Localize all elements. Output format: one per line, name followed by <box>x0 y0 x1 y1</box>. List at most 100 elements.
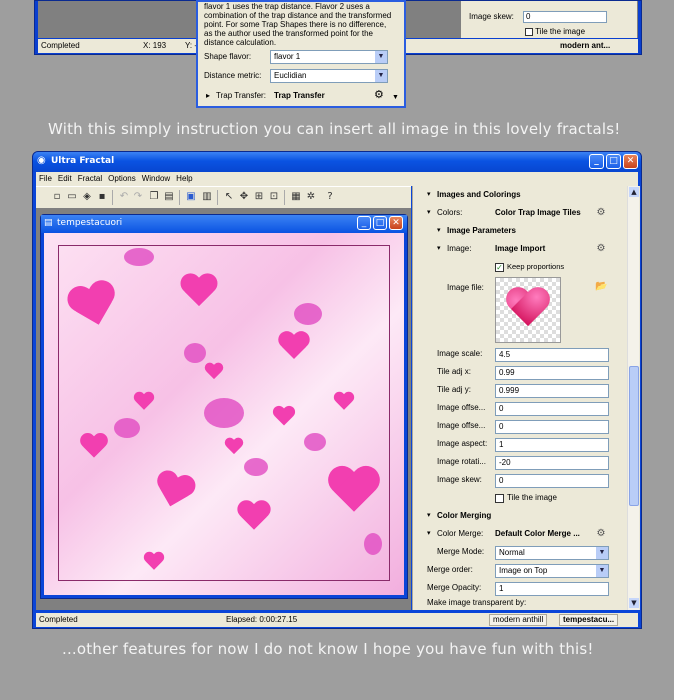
scroll-up-icon[interactable]: ▲ <box>629 187 639 197</box>
gear-icon[interactable]: ⚙ <box>595 243 607 255</box>
triangle-down-icon[interactable]: ▾ <box>427 208 431 216</box>
shape-flavor-select[interactable]: flavor 1 ▼ <box>270 50 388 64</box>
child-title-bar[interactable]: ▤ tempestacuori _ □ ✕ <box>41 215 407 233</box>
distance-metric-select[interactable]: Euclidian ▼ <box>270 69 388 83</box>
browse-icon[interactable]: ◈ <box>81 191 93 203</box>
merge-opacity-row: Merge Opacity: 1 <box>413 580 627 598</box>
image-skew-input[interactable]: 0 <box>495 474 609 488</box>
param-row: Image scale: 4.5 <box>413 346 627 364</box>
tile-adj-x-input[interactable]: 0.99 <box>495 366 609 380</box>
panel-scrollbar[interactable]: ▲ ▼ <box>627 186 639 610</box>
fractal-cluster <box>294 303 322 325</box>
triangle-down-icon[interactable]: ▾ <box>427 190 431 198</box>
menu-window[interactable]: Window <box>139 172 173 185</box>
scrollbar-thumb[interactable] <box>629 366 639 506</box>
chevron-down-icon[interactable]: ▼ <box>596 547 608 559</box>
triangle-down-icon[interactable]: ▾ <box>437 226 441 234</box>
tab-tempestacuori[interactable]: tempestacu... <box>559 614 619 626</box>
trap-transfer-value[interactable]: Trap Transfer <box>274 91 325 100</box>
select-icon[interactable]: ⊞ <box>253 191 265 203</box>
chevron-down-icon[interactable]: ▼ <box>596 565 608 577</box>
chevron-down-icon[interactable]: ▼ <box>375 51 387 63</box>
options-icon[interactable]: ✲ <box>305 191 317 203</box>
section-images-colorings[interactable]: ▾ Images and Colorings <box>413 187 627 205</box>
new-icon[interactable]: ▫ <box>51 191 63 203</box>
tile-image-checkbox[interactable] <box>495 494 504 503</box>
desc-line: combination of the trap distance and the… <box>204 11 392 20</box>
menu-options[interactable]: Options <box>105 172 139 185</box>
heart <box>179 274 219 310</box>
gear-icon[interactable]: ⚙ <box>374 88 384 101</box>
save-icon[interactable]: ▪ <box>96 191 108 203</box>
merge-order-select[interactable]: Image on Top ▼ <box>495 564 609 578</box>
child-minimize-button[interactable]: _ <box>357 216 371 230</box>
zoom-icon[interactable]: ⊡ <box>268 191 280 203</box>
close-button[interactable]: ✕ <box>623 154 638 169</box>
image-rotation-input[interactable]: -20 <box>495 456 609 470</box>
gear-icon[interactable]: ⚙ <box>595 528 607 540</box>
image-value[interactable]: Image Import <box>495 244 545 253</box>
desc-line: flavor 1 uses the trap distance. Flavor … <box>204 2 370 11</box>
triangle-down-icon[interactable]: ▾ <box>427 511 431 519</box>
parameter-panel: ▾ Images and Colorings ▾ Colors: Color T… <box>412 186 640 610</box>
open-icon[interactable]: ▭ <box>66 191 78 203</box>
tile-image-checkbox[interactable] <box>525 27 533 36</box>
undo-icon[interactable]: ↶ <box>118 191 130 203</box>
scroll-down-icon[interactable]: ▼ <box>629 598 639 608</box>
tile-adj-y-input[interactable]: 0.999 <box>495 384 609 398</box>
image-parameters-row[interactable]: ▾ Image Parameters <box>413 223 627 241</box>
paste-icon[interactable]: ▤ <box>163 191 175 203</box>
panel-icon[interactable]: ▥ <box>201 191 213 203</box>
title-bar[interactable]: ◉ Ultra Fractal _ □ ✕ <box>33 152 641 172</box>
pointer-icon[interactable]: ↖ <box>223 191 235 203</box>
maximize-button[interactable]: □ <box>606 154 621 169</box>
menu-fractal[interactable]: Fractal <box>75 172 105 185</box>
image-scale-input[interactable]: 4.5 <box>495 348 609 362</box>
layout-icon[interactable]: ▣ <box>185 191 197 203</box>
merge-mode-select[interactable]: Normal ▼ <box>495 546 609 560</box>
section-color-merging[interactable]: ▾ Color Merging <box>413 508 627 526</box>
triangle-down-icon[interactable]: ▾ <box>427 529 431 537</box>
heart <box>204 363 224 381</box>
render-icon[interactable]: ▦ <box>290 191 302 203</box>
fractal-image[interactable] <box>44 233 404 595</box>
image-skew-input[interactable]: 0 <box>523 11 607 23</box>
redo-icon[interactable]: ↷ <box>132 191 144 203</box>
caption-top: With this simply instruction you can ins… <box>48 120 621 138</box>
param-row: Tile adj y: 0.999 <box>413 382 627 400</box>
chevron-down-icon[interactable]: ▼ <box>392 94 399 101</box>
tab-modern-anthill[interactable]: modern anthill <box>489 614 548 626</box>
param-label: Image aspect: <box>437 439 488 448</box>
help-icon[interactable]: ? <box>324 191 336 203</box>
merge-opacity-input[interactable]: 1 <box>495 582 609 596</box>
keep-proportions-checkbox[interactable]: ✓ <box>495 263 504 272</box>
child-close-button[interactable]: ✕ <box>389 216 403 230</box>
tile-image-row[interactable]: Tile the image <box>413 490 627 508</box>
color-merge-value[interactable]: Default Color Merge ... <box>495 529 580 538</box>
menu-file[interactable]: File <box>36 172 55 185</box>
minimize-button[interactable]: _ <box>589 154 604 169</box>
param-label: Image skew: <box>437 475 482 484</box>
image-aspect-input[interactable]: 1 <box>495 438 609 452</box>
menu-edit[interactable]: Edit <box>55 172 75 185</box>
triangle-down-icon[interactable]: ▾ <box>437 244 441 252</box>
gear-icon[interactable]: ⚙ <box>595 207 607 219</box>
image-file-preview[interactable] <box>495 277 561 343</box>
menu-help[interactable]: Help <box>173 172 195 185</box>
tile-image-checkbox-label[interactable]: Tile the image <box>525 27 585 36</box>
colors-value[interactable]: Color Trap Image Tiles <box>495 208 581 217</box>
image-offset-y-input[interactable]: 0 <box>495 420 609 434</box>
child-maximize-button[interactable]: □ <box>373 216 387 230</box>
folder-icon[interactable]: 📂 <box>595 281 607 293</box>
image-offset-x-input[interactable]: 0 <box>495 402 609 416</box>
desc-line: as the author used the transformed point… <box>204 29 373 38</box>
chevron-down-icon[interactable]: ▼ <box>375 70 387 82</box>
top-tab-modern[interactable]: modern ant... <box>560 41 610 50</box>
triangle-right-icon[interactable]: ▸ <box>206 91 210 100</box>
distance-metric-label: Distance metric: <box>204 71 262 80</box>
heart <box>236 501 272 533</box>
move-icon[interactable]: ✥ <box>238 191 250 203</box>
keep-proportions-row[interactable]: ✓ Keep proportions <box>413 259 627 277</box>
copy-icon[interactable]: ❐ <box>148 191 160 203</box>
document-icon: ▤ <box>44 218 53 228</box>
